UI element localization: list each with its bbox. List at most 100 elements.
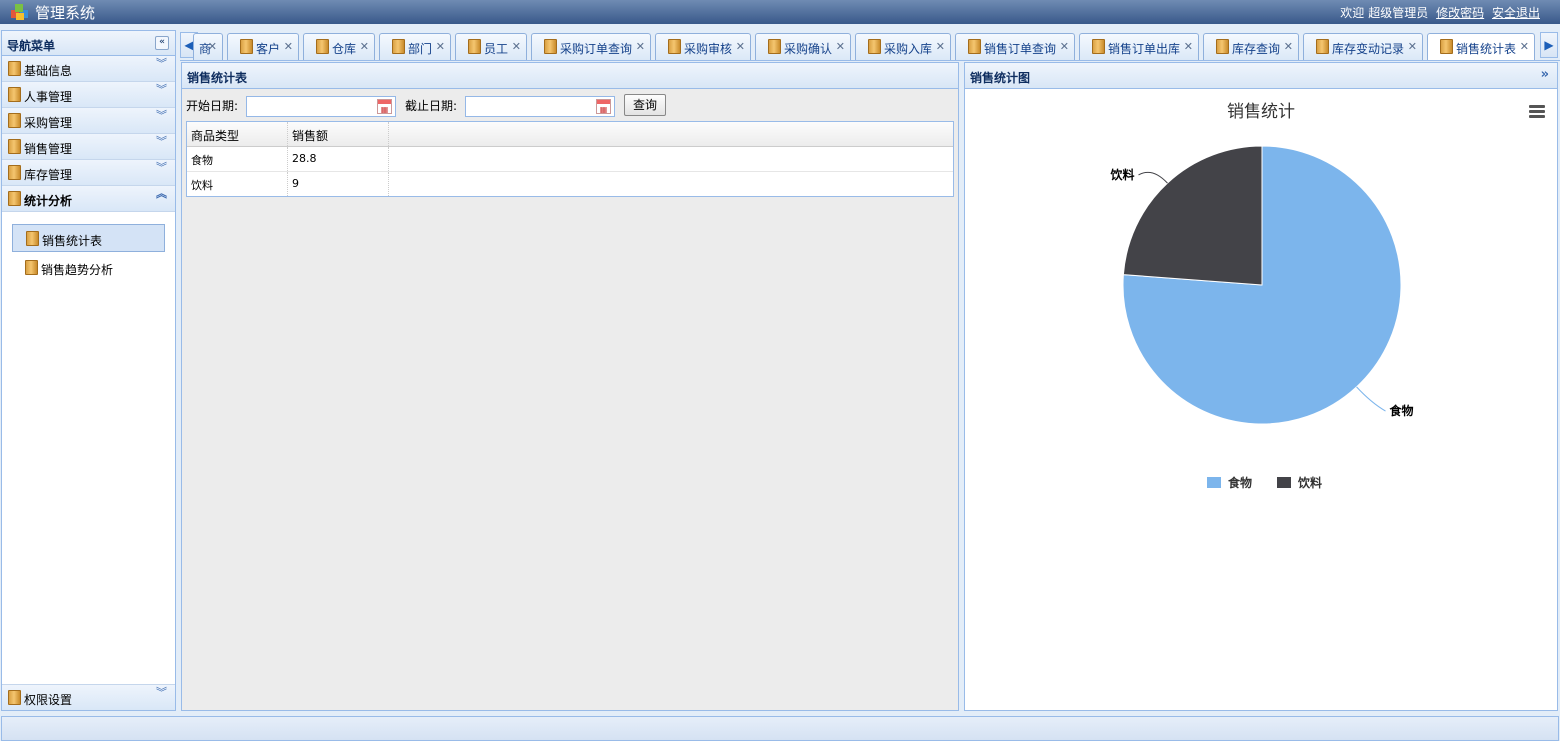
- nav-section-statistics[interactable]: 统计分析 ︽: [2, 186, 175, 212]
- folder-icon: [26, 231, 39, 246]
- query-button[interactable]: 查询: [624, 94, 666, 116]
- tab-inventory-query[interactable]: 库存查询 ✕: [1203, 33, 1299, 60]
- expand-down-icon[interactable]: ︾: [156, 84, 167, 95]
- legend-item[interactable]: 食物: [1227, 475, 1252, 490]
- table-cell: 食物: [187, 147, 288, 171]
- folder-icon: [8, 191, 21, 206]
- calendar-icon[interactable]: ▦: [596, 99, 611, 114]
- tab-label: 采购入库: [884, 42, 933, 56]
- close-icon[interactable]: ✕: [436, 40, 445, 53]
- close-icon[interactable]: ✕: [1060, 40, 1069, 53]
- panel-title: 销售统计图: [970, 71, 1031, 85]
- tab-purchase-inbound[interactable]: 采购入库 ✕: [855, 33, 951, 60]
- nav-section-label: 库存管理: [24, 168, 73, 182]
- folder-icon: [8, 61, 21, 76]
- nav-section-sales[interactable]: 销售管理 ︾: [2, 134, 175, 160]
- expand-down-icon[interactable]: ︾: [156, 136, 167, 147]
- nav-section-label: 统计分析: [24, 194, 73, 208]
- tab-purchase-confirm[interactable]: 采购确认 ✕: [755, 33, 851, 60]
- collapse-up-icon[interactable]: ︽: [156, 188, 167, 199]
- tab-customer[interactable]: 客户 ✕: [227, 33, 299, 60]
- close-icon[interactable]: ✕: [836, 40, 845, 53]
- nav-section-hr[interactable]: 人事管理 ︾: [2, 82, 175, 108]
- change-password-link[interactable]: 修改密码: [1436, 6, 1484, 20]
- close-icon[interactable]: ✕: [1408, 40, 1417, 53]
- folder-icon: [768, 39, 781, 54]
- tab-label: 销售统计表: [1456, 42, 1517, 56]
- tab-content: 销售统计表 开始日期: ▦ 截止日期: ▦ 查询 商品类型 销售额 食物 28.…: [180, 60, 1560, 711]
- folder-icon: [1316, 39, 1329, 54]
- folder-icon: [1092, 39, 1105, 54]
- tab-employee[interactable]: 员工 ✕: [455, 33, 527, 60]
- table-row[interactable]: 饮料 9: [187, 172, 953, 197]
- table-cell: 28.8: [288, 147, 389, 171]
- folder-icon: [868, 39, 881, 54]
- folder-icon: [1440, 39, 1453, 54]
- folder-icon: [8, 165, 21, 180]
- welcome-text: 欢迎: [1340, 6, 1365, 20]
- table-cell: 9: [288, 172, 389, 196]
- nav-section-basic-info[interactable]: 基础信息 ︾: [2, 56, 175, 82]
- logout-link[interactable]: 安全退出: [1492, 6, 1540, 20]
- sidebar-item-sales-trend[interactable]: 销售趋势分析: [12, 254, 165, 282]
- expand-right-icon[interactable]: »: [1541, 67, 1549, 82]
- pie-slice[interactable]: [1122, 145, 1263, 286]
- folder-icon: [668, 39, 681, 54]
- close-icon[interactable]: ✕: [1284, 40, 1293, 53]
- folder-icon: [25, 260, 38, 275]
- end-date-field[interactable]: ▦: [465, 96, 615, 117]
- scroll-right-icon[interactable]: ▶: [1540, 32, 1558, 58]
- expand-down-icon[interactable]: ︾: [156, 110, 167, 121]
- expand-down-icon[interactable]: ︾: [156, 162, 167, 173]
- tab-sales-statistics[interactable]: 销售统计表 ✕: [1427, 33, 1535, 61]
- sales-table-panel: 销售统计表 开始日期: ▦ 截止日期: ▦ 查询 商品类型 销售额 食物 28.…: [181, 62, 959, 711]
- nav-section-purchase[interactable]: 采购管理 ︾: [2, 108, 175, 134]
- pie-data-label: 食物: [1389, 403, 1414, 418]
- sidebar-item-sales-statistics[interactable]: 销售统计表: [12, 224, 165, 252]
- panel-header: 销售统计表: [182, 63, 958, 89]
- tab-purchase-order-query[interactable]: 采购订单查询 ✕: [531, 33, 651, 60]
- collapse-sidebar-icon[interactable]: «: [155, 36, 169, 50]
- close-icon[interactable]: ✕: [284, 40, 293, 53]
- close-icon[interactable]: ✕: [1184, 40, 1193, 53]
- tab-product[interactable]: 商 ✕: [193, 33, 223, 60]
- main-layout: 导航菜单 « 基础信息 ︾ 人事管理 ︾ 采购管理 ︾ 销售管理 ︾ 库存管理 …: [0, 24, 1560, 741]
- close-icon[interactable]: ✕: [636, 40, 645, 53]
- tab-warehouse[interactable]: 仓库 ✕: [303, 33, 375, 60]
- tab-purchase-review[interactable]: 采购审核 ✕: [655, 33, 751, 60]
- close-icon[interactable]: ✕: [736, 40, 745, 53]
- status-bar: [1, 716, 1559, 741]
- sidebar-header: 导航菜单 «: [2, 31, 175, 56]
- tab-department[interactable]: 部门 ✕: [379, 33, 451, 60]
- nav-bottom: 权限设置 ︾: [2, 684, 175, 710]
- folder-icon: [316, 39, 329, 54]
- tab-inventory-changes[interactable]: 库存变动记录 ✕: [1303, 33, 1423, 60]
- tab-sales-order-outbound[interactable]: 销售订单出库 ✕: [1079, 33, 1199, 60]
- close-icon[interactable]: ✕: [208, 40, 217, 53]
- table-row[interactable]: 食物 28.8: [187, 147, 953, 172]
- tab-label: 库存变动记录: [1332, 42, 1405, 56]
- expand-down-icon[interactable]: ︾: [156, 58, 167, 69]
- expand-down-icon[interactable]: ︾: [156, 687, 167, 698]
- close-icon[interactable]: ✕: [936, 40, 945, 53]
- start-date-field[interactable]: ▦: [246, 96, 396, 117]
- nav-section-inventory[interactable]: 库存管理 ︾: [2, 160, 175, 186]
- legend-swatch[interactable]: [1207, 477, 1221, 488]
- close-icon[interactable]: ✕: [1520, 40, 1529, 53]
- folder-icon: [8, 87, 21, 102]
- close-icon[interactable]: ✕: [360, 40, 369, 53]
- tab-sales-order-query[interactable]: 销售订单查询 ✕: [955, 33, 1075, 60]
- folder-icon: [8, 113, 21, 128]
- column-header[interactable]: 销售额: [288, 122, 389, 146]
- close-icon[interactable]: ✕: [512, 40, 521, 53]
- column-header[interactable]: 商品类型: [187, 122, 288, 146]
- top-bar: 管理系统 欢迎 超级管理员 修改密码 安全退出: [0, 0, 1560, 24]
- legend-swatch[interactable]: [1277, 477, 1291, 488]
- panel-header: 销售统计图 »: [965, 63, 1557, 89]
- calendar-icon[interactable]: ▦: [377, 99, 392, 114]
- legend-item[interactable]: 饮料: [1297, 475, 1322, 490]
- tab-strip: ◀ 商 ✕ 客户 ✕ 仓库 ✕ 部门 ✕ 员工 ✕ 采购订单查询 ✕ 采购审核 ✕ 采购确认 ✕…: [180, 30, 1560, 61]
- nav-section-permissions[interactable]: 权限设置 ︾: [2, 684, 175, 710]
- start-date-label: 开始日期:: [186, 99, 239, 113]
- table-header-row: 商品类型 销售额: [187, 122, 953, 147]
